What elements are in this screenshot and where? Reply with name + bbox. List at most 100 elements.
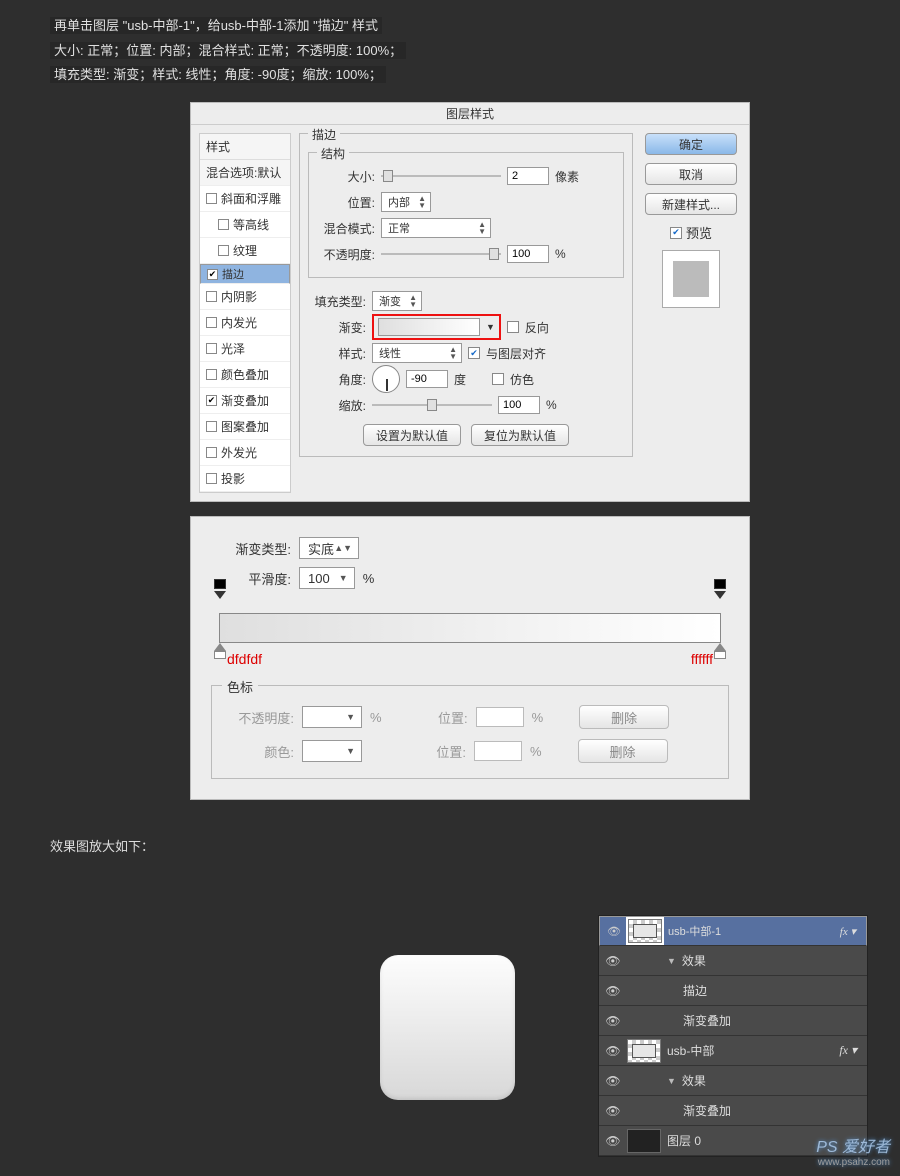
reverse-checkbox[interactable] xyxy=(507,321,519,333)
opacity-input[interactable] xyxy=(507,245,549,263)
style-item[interactable]: 投影 xyxy=(200,466,290,492)
opacity-slider[interactable] xyxy=(381,248,501,260)
style-checkbox[interactable] xyxy=(206,369,217,380)
layer-row[interactable]: 👁 渐变叠加 xyxy=(599,1096,867,1126)
visibility-eye-icon[interactable]: 👁 xyxy=(605,1014,621,1028)
scale-input[interactable] xyxy=(498,396,540,414)
visibility-eye-icon[interactable]: 👁 xyxy=(605,1074,621,1088)
stop-color-input[interactable]: ▼ xyxy=(302,740,362,762)
stop-opacity-pos[interactable] xyxy=(476,707,524,727)
style-checkbox[interactable] xyxy=(218,245,229,256)
align-checkbox[interactable]: ✔ xyxy=(468,347,480,359)
style-item[interactable]: 等高线 xyxy=(200,212,290,238)
new-style-button[interactable]: 新建样式... xyxy=(645,193,737,215)
visibility-eye-icon[interactable]: 👁 xyxy=(605,954,621,968)
set-default-button[interactable]: 设置为默认值 xyxy=(363,424,461,446)
layer-thumbnail[interactable] xyxy=(627,1039,661,1063)
ok-button[interactable]: 确定 xyxy=(645,133,737,155)
visibility-eye-icon[interactable]: 👁 xyxy=(605,1104,621,1118)
style-item[interactable]: 图案叠加 xyxy=(200,414,290,440)
style-item-label: 渐变叠加 xyxy=(221,392,269,409)
style-checkbox[interactable] xyxy=(206,193,217,204)
stop-opacity-input[interactable]: ▼ xyxy=(302,706,362,728)
dialog-title: 图层样式 xyxy=(191,103,749,125)
style-checkbox[interactable] xyxy=(206,447,217,458)
layer-row[interactable]: 👁 usb-中部 fx ▾ xyxy=(599,1036,867,1066)
position-select[interactable]: 内部▲▼ xyxy=(381,192,431,212)
preview-checkbox[interactable]: ✔ xyxy=(670,227,682,239)
layer-row[interactable]: 👁渐变叠加 xyxy=(599,1006,867,1036)
style-item[interactable]: 纹理 xyxy=(200,238,290,264)
fill-type-select[interactable]: 渐变▲▼ xyxy=(372,291,422,311)
stop-color-pos[interactable] xyxy=(474,741,522,761)
style-checkbox[interactable] xyxy=(206,291,217,302)
style-item-label: 等高线 xyxy=(233,216,269,233)
right-color-hex: ffffff xyxy=(691,651,713,667)
toggle-icon[interactable]: ▼ xyxy=(667,956,676,966)
style-checkbox[interactable]: ✔ xyxy=(207,269,218,280)
stroke-controls: 描边 结构 大小: 像素 位置: 内部▲▼ 混合模式: xyxy=(299,133,633,493)
color-stop-left[interactable] xyxy=(213,643,227,659)
blend-options[interactable]: 混合选项:默认 xyxy=(200,160,290,186)
style-item-label: 内阴影 xyxy=(221,288,257,305)
layer-thumbnail[interactable] xyxy=(628,919,662,943)
layer-row[interactable]: 👁描边 xyxy=(599,976,867,1006)
layer-name: 渐变叠加 xyxy=(683,1102,731,1119)
style-item[interactable]: 内阴影 xyxy=(200,284,290,310)
reset-default-button[interactable]: 复位为默认值 xyxy=(471,424,569,446)
angle-knob[interactable] xyxy=(372,365,400,393)
layer-row[interactable]: 👁▼效果 xyxy=(599,946,867,976)
layer-row[interactable]: 👁▼效果 xyxy=(599,1066,867,1096)
style-item[interactable]: 外发光 xyxy=(200,440,290,466)
gradient-bar[interactable] xyxy=(219,613,721,643)
blend-mode-select[interactable]: 正常▲▼ xyxy=(381,218,491,238)
visibility-eye-icon[interactable]: 👁 xyxy=(605,1044,621,1058)
style-item-label: 图案叠加 xyxy=(221,418,269,435)
cancel-button[interactable]: 取消 xyxy=(645,163,737,185)
style-item[interactable]: 内发光 xyxy=(200,310,290,336)
toggle-icon[interactable]: ▼ xyxy=(667,1076,676,1086)
style-item-label: 投影 xyxy=(221,470,245,487)
visibility-eye-icon[interactable]: 👁 xyxy=(606,925,622,938)
style-checkbox[interactable] xyxy=(218,219,229,230)
result-preview xyxy=(380,955,530,1125)
style-checkbox[interactable] xyxy=(206,473,217,484)
style-item-label: 斜面和浮雕 xyxy=(221,190,281,207)
fx-badge[interactable]: fx ▾ xyxy=(840,925,860,938)
visibility-eye-icon[interactable]: 👁 xyxy=(605,1134,621,1148)
size-input[interactable] xyxy=(507,167,549,185)
scale-slider[interactable] xyxy=(372,399,492,411)
layer-name: usb-中部 xyxy=(667,1042,714,1059)
style-item[interactable]: ✔ 渐变叠加 xyxy=(200,388,290,414)
size-slider[interactable] xyxy=(381,170,501,182)
layer-style-dialog: 图层样式 样式 混合选项:默认 斜面和浮雕等高线纹理 ✔ 描边内阴影内发光光泽颜色叠… xyxy=(190,102,750,502)
delete-color-stop[interactable]: 删除 xyxy=(578,739,668,763)
style-checkbox[interactable] xyxy=(206,343,217,354)
layer-thumbnail[interactable] xyxy=(627,1129,661,1153)
color-stop-right[interactable] xyxy=(713,643,727,659)
style-item-label: 内发光 xyxy=(221,314,257,331)
grad-style-select[interactable]: 线性▲▼ xyxy=(372,343,462,363)
opacity-stop-left[interactable] xyxy=(213,597,227,613)
opacity-stop-right[interactable] xyxy=(713,597,727,613)
dither-checkbox[interactable] xyxy=(492,373,504,385)
style-checkbox[interactable]: ✔ xyxy=(206,395,217,406)
gradient-swatch[interactable] xyxy=(378,318,480,336)
intro-text: 再单击图层 "usb-中部-1"，给usb-中部-1添加 "描边" 样式 大小:… xyxy=(0,0,900,94)
style-item-label: 描边 xyxy=(222,266,244,282)
delete-opacity-stop[interactable]: 删除 xyxy=(579,705,669,729)
style-list-header[interactable]: 样式 xyxy=(200,134,290,160)
layer-row[interactable]: 👁usb-中部-1fx ▾ xyxy=(599,916,867,946)
style-checkbox[interactable] xyxy=(206,421,217,432)
style-checkbox[interactable] xyxy=(206,317,217,328)
angle-input[interactable] xyxy=(406,370,448,388)
gradient-type-select[interactable]: 实底▲▼ xyxy=(299,537,359,559)
style-item[interactable]: 光泽 xyxy=(200,336,290,362)
smoothness-select[interactable]: 100▼ xyxy=(299,567,355,589)
style-item[interactable]: 颜色叠加 xyxy=(200,362,290,388)
style-item-label: 外发光 xyxy=(221,444,257,461)
style-item[interactable]: 斜面和浮雕 xyxy=(200,186,290,212)
style-item[interactable]: ✔ 描边 xyxy=(200,264,290,284)
visibility-eye-icon[interactable]: 👁 xyxy=(605,984,621,998)
fx-badge[interactable]: fx ▾ xyxy=(839,1043,861,1058)
